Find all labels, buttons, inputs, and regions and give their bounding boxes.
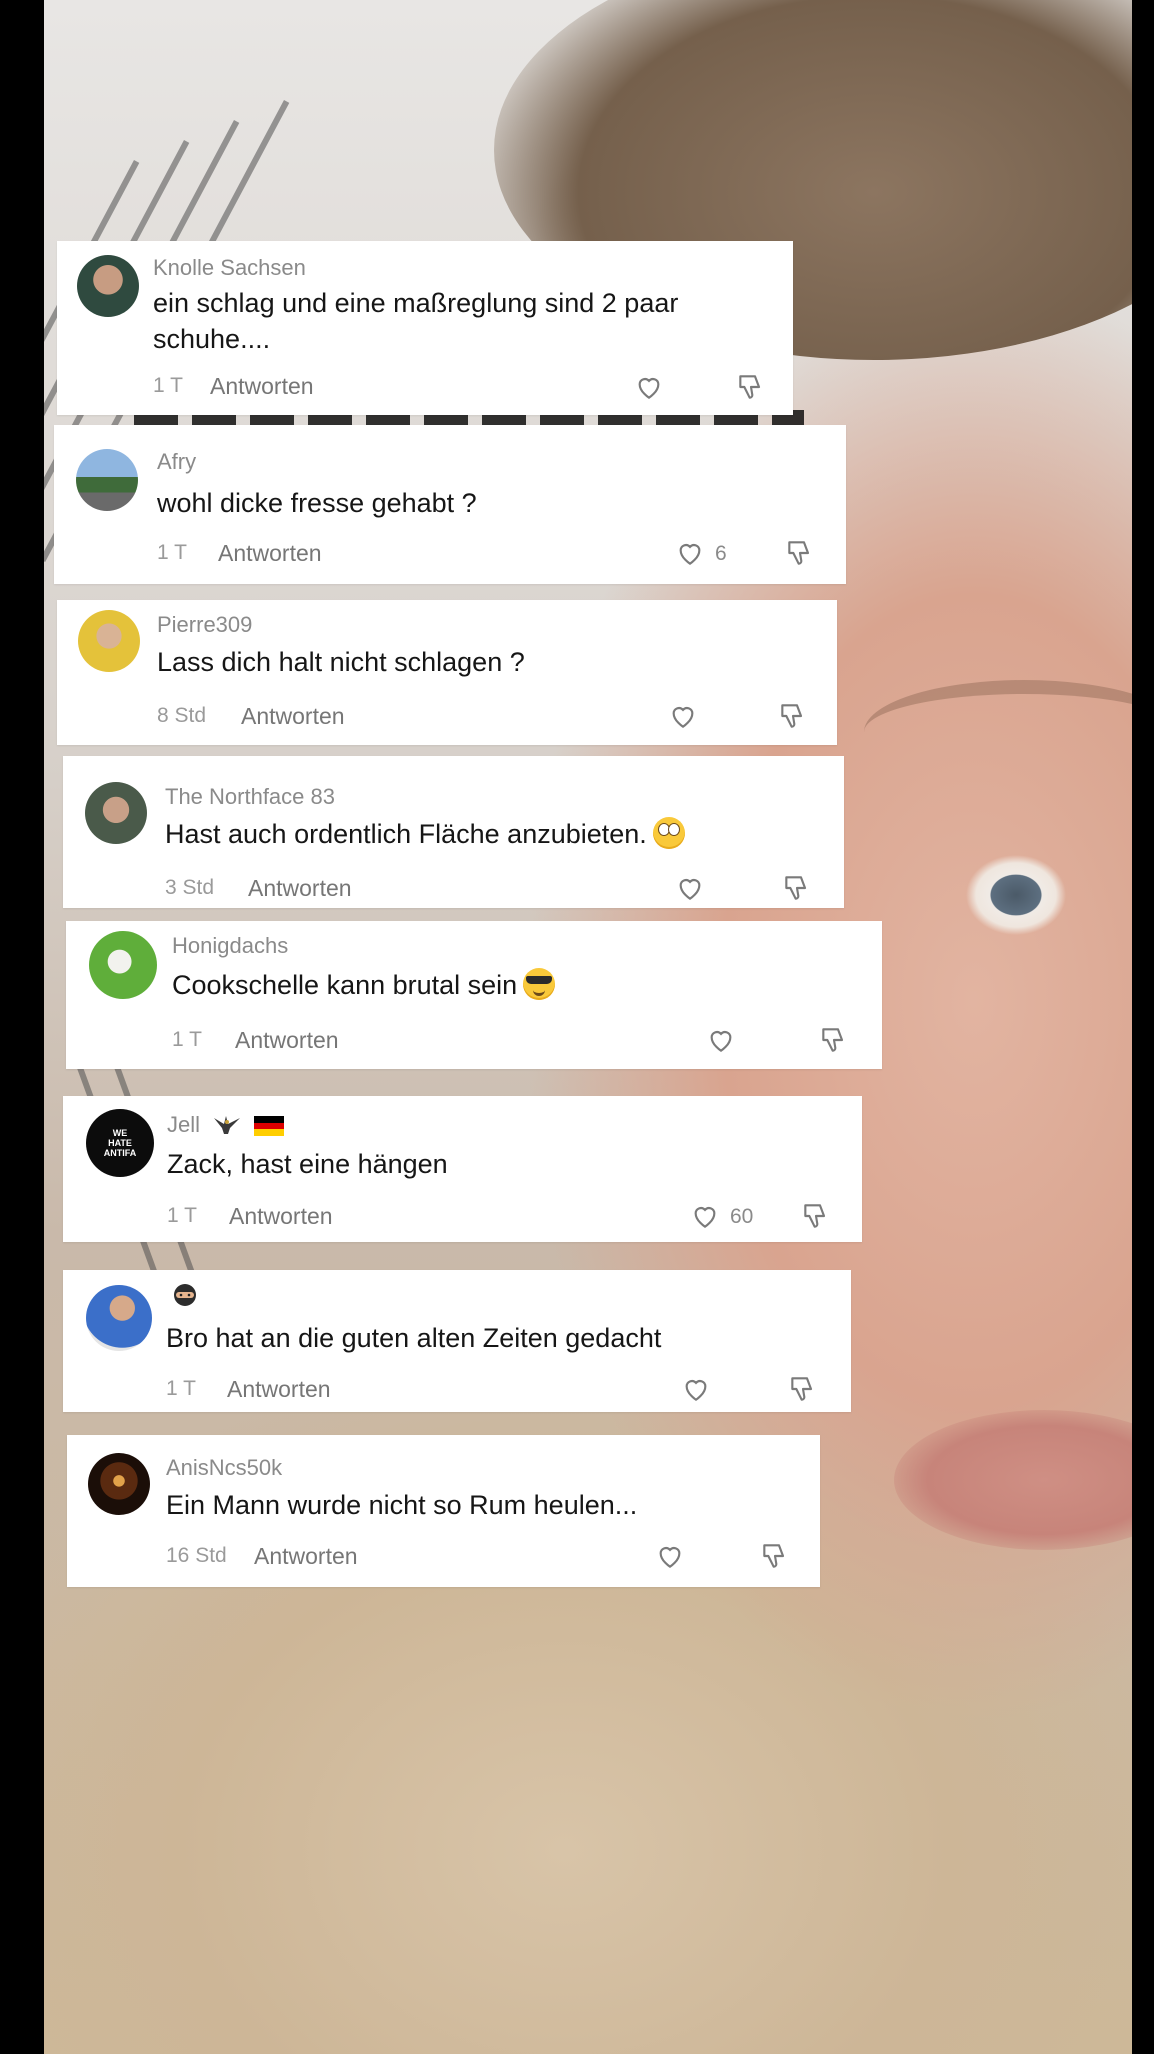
comment-text: Lass dich halt nicht schlagen ? <box>157 647 525 677</box>
dislike-icon[interactable] <box>787 1373 819 1405</box>
heart-icon[interactable] <box>689 1200 721 1232</box>
avatar[interactable]: WE HATE ANTIFA <box>86 1109 154 1177</box>
comment-time: 1 T <box>166 1377 196 1400</box>
comment-username[interactable]: Pierre309 <box>157 612 252 638</box>
username-text: Jell <box>167 1112 201 1137</box>
comment-card: AnisNcs50k Ein Mann wurde nicht so Rum h… <box>67 1435 820 1587</box>
heart-icon[interactable] <box>705 1024 737 1056</box>
dislike-icon[interactable] <box>735 371 767 403</box>
heart-icon[interactable] <box>680 1373 712 1405</box>
comment-text: Bro hat an die guten alten Zeiten gedach… <box>166 1323 662 1353</box>
dislike-icon[interactable] <box>800 1200 832 1232</box>
heart-icon[interactable] <box>633 371 665 403</box>
dislike-icon[interactable] <box>818 1024 850 1056</box>
avatar[interactable] <box>86 1285 152 1351</box>
comment-card: Bro hat an die guten alten Zeiten gedach… <box>63 1270 851 1412</box>
heart-icon[interactable] <box>667 700 699 732</box>
right-black-bar <box>1132 0 1154 2054</box>
comment-text: wohl dicke fresse gehabt ? <box>157 488 477 518</box>
dislike-icon[interactable] <box>759 1540 791 1572</box>
dislike-icon[interactable] <box>784 537 816 569</box>
comment-card: Honigdachs Cookschelle kann brutal sein … <box>66 921 882 1069</box>
avatar[interactable] <box>78 610 140 672</box>
comment-card: WE HATE ANTIFA Jell Zack, hast eine häng… <box>63 1096 862 1242</box>
comment-username[interactable]: The Northface 83 <box>165 784 335 810</box>
comment-username[interactable]: Honigdachs <box>172 933 288 959</box>
heart-icon[interactable] <box>674 872 706 904</box>
ninja-emoji-icon <box>174 1284 196 1306</box>
comment-username[interactable]: Jell <box>167 1112 285 1138</box>
comment-card: The Northface 83 Hast auch ordentlich Fl… <box>63 756 844 908</box>
face-with-rolling-eyes-icon <box>652 817 685 849</box>
like-count: 60 <box>730 1205 754 1228</box>
comment-text-body: Hast auch ordentlich Fläche anzubieten. <box>165 819 647 849</box>
comment-text: Zack, hast eine hängen <box>167 1149 448 1179</box>
comment-time: 16 Std <box>166 1544 227 1567</box>
comment-text-body: Cookschelle kann brutal sein <box>172 970 518 1000</box>
comment-card: Knolle Sachsen ein schlag und eine maßre… <box>57 241 793 415</box>
comment-username[interactable]: Afry <box>157 449 196 475</box>
eye <box>904 840 1132 950</box>
heart-icon[interactable] <box>674 537 706 569</box>
reply-button[interactable]: Antworten <box>210 373 314 400</box>
reply-button[interactable]: Antworten <box>248 875 352 902</box>
avatar[interactable] <box>88 1453 150 1515</box>
reply-button[interactable]: Antworten <box>218 540 322 567</box>
reply-button[interactable]: Antworten <box>241 703 345 730</box>
eagle-icon <box>214 1116 241 1134</box>
comment-card: Afry wohl dicke fresse gehabt ? 1 T Antw… <box>54 425 846 584</box>
heart-icon[interactable] <box>654 1540 686 1572</box>
like-count: 6 <box>715 542 727 565</box>
comment-username[interactable]: Knolle Sachsen <box>153 255 306 281</box>
avatar[interactable] <box>77 255 139 317</box>
comment-time: 1 T <box>157 541 187 564</box>
comment-username[interactable]: AnisNcs50k <box>166 1455 282 1481</box>
dislike-icon[interactable] <box>777 700 809 732</box>
comment-username[interactable] <box>166 1282 198 1310</box>
german-flag-icon <box>254 1116 285 1136</box>
avatar-logo-text: WE HATE ANTIFA <box>103 1128 137 1158</box>
avatar[interactable] <box>89 931 157 999</box>
reply-button[interactable]: Antworten <box>254 1543 358 1570</box>
left-black-bar <box>0 0 44 2054</box>
comment-text: Hast auch ordentlich Fläche anzubieten. <box>165 816 685 852</box>
comment-time: 1 T <box>172 1028 202 1051</box>
smiling-face-with-sunglasses-icon <box>523 968 556 1000</box>
comment-time: 1 T <box>167 1204 197 1227</box>
comment-text: Cookschelle kann brutal sein <box>172 967 556 1003</box>
dislike-icon[interactable] <box>781 872 813 904</box>
comment-time: 3 Std <box>165 876 215 899</box>
reply-button[interactable]: Antworten <box>229 1203 333 1230</box>
comment-card: Pierre309 Lass dich halt nicht schlagen … <box>57 600 837 745</box>
reply-button[interactable]: Antworten <box>227 1376 331 1403</box>
comment-time: 1 T <box>153 374 183 397</box>
comment-text: Ein Mann wurde nicht so Rum heulen... <box>166 1490 638 1520</box>
comment-text: ein schlag und eine maßreglung sind 2 pa… <box>153 288 679 354</box>
avatar[interactable] <box>85 782 147 844</box>
reply-button[interactable]: Antworten <box>235 1027 339 1054</box>
avatar[interactable] <box>76 449 138 511</box>
comment-time: 8 Std <box>157 704 207 727</box>
